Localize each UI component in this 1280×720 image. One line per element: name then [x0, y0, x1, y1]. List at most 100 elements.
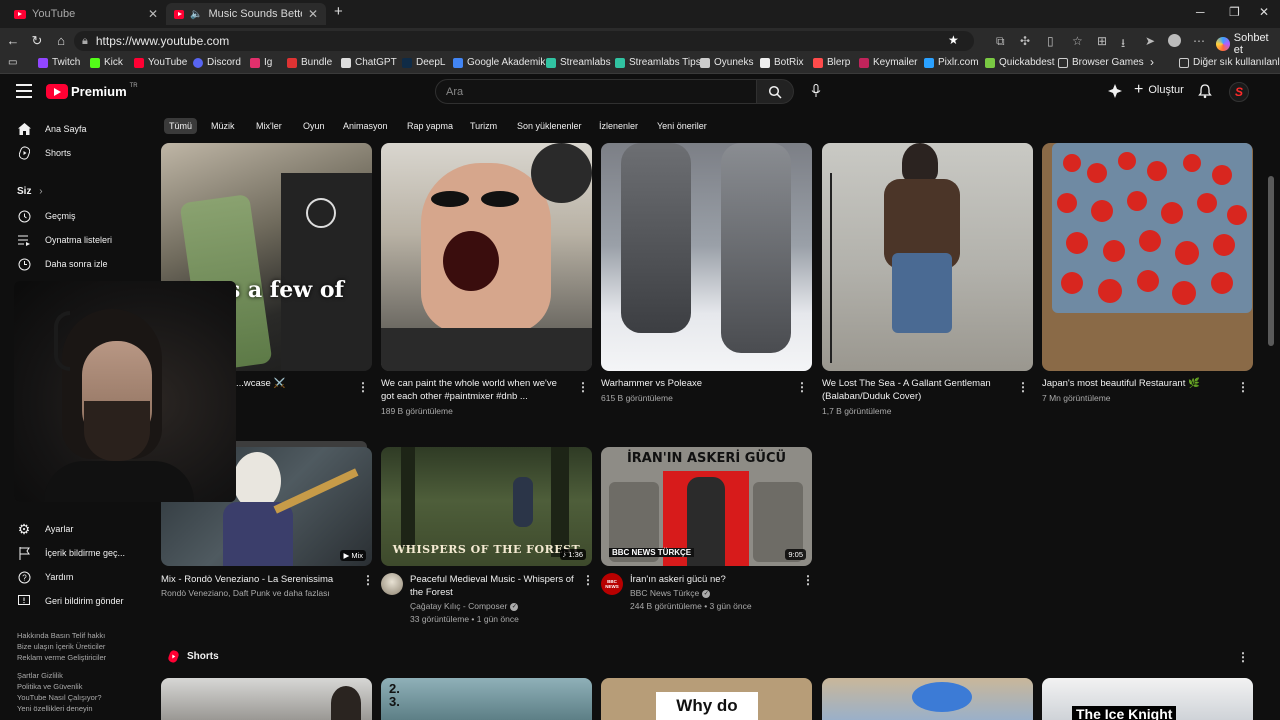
browser-tab-youtube[interactable]: YouTube ✕ — [6, 3, 166, 25]
video-title[interactable]: ...wcase ⚔️ — [236, 377, 285, 390]
chip-gaming[interactable]: Oyun — [298, 118, 330, 134]
youtube-premium-logo[interactable]: Premium TR — [46, 83, 138, 99]
bookmark-discord[interactable]: Discord — [193, 57, 241, 68]
video-title[interactable]: We Lost The Sea - A Gallant Gentleman (Ba… — [822, 377, 1012, 403]
bookmark-streamlabs[interactable]: Streamlabs — [546, 57, 611, 68]
video-thumbnail[interactable]: WHISPERS OF THE FOREST ♪ 1:36 — [381, 447, 592, 566]
footer-links-4[interactable]: Şartlar Gizlilik — [17, 671, 63, 680]
page-scrollbar[interactable] — [1268, 176, 1274, 346]
back-icon[interactable]: ← — [5, 33, 21, 48]
download-icon[interactable]: ⭳ — [1121, 34, 1125, 55]
create-button[interactable]: + Oluştur — [1134, 82, 1184, 98]
close-window-icon[interactable]: ✕ — [1259, 5, 1269, 19]
more-options-icon[interactable]: ⋮ — [582, 574, 594, 586]
voice-search-button[interactable] — [805, 80, 827, 102]
sidebar-item-playlists[interactable]: Oynatma listeleri — [17, 233, 112, 247]
address-bar[interactable]: 🔒︎ https://www.youtube.com ★ — [74, 31, 974, 51]
bookmark-bundle[interactable]: Bundle — [287, 57, 332, 68]
new-tab-icon[interactable]: + — [334, 3, 343, 20]
bookmark-browser-games[interactable]: Browser Games — [1058, 57, 1144, 68]
bookmark-youtube[interactable]: YouTube — [134, 57, 187, 68]
footer-links-3[interactable]: Reklam verme Geliştiriciler — [17, 653, 106, 662]
search-button[interactable] — [756, 79, 794, 104]
chip-mixes[interactable]: Mix'ler — [251, 118, 287, 134]
search-input[interactable]: Ara — [435, 79, 757, 104]
video-title[interactable]: İran'ın askeri gücü ne? — [630, 573, 726, 586]
bookmark-google-akademik[interactable]: Google Akademik — [453, 57, 545, 68]
video-thumbnail[interactable]: İRAN'IN ASKERİ GÜCÜ BBC NEWS TÜRKÇE 9:05 — [601, 447, 812, 566]
favorites-icon[interactable]: ☆ — [1072, 34, 1083, 48]
chip-recently-uploaded[interactable]: Son yüklenenler — [512, 118, 587, 134]
reading-icon[interactable]: ▭ — [8, 57, 17, 68]
browser-tab-music[interactable]: 🔈 Music Sounds Better With Yo ✕ — [166, 3, 326, 25]
notification-bell-icon[interactable] — [1197, 83, 1213, 99]
menu-icon[interactable] — [16, 84, 32, 98]
bookmark-ig[interactable]: Ig — [250, 57, 272, 68]
more-options-icon[interactable]: ⋮ — [577, 381, 589, 393]
avatar[interactable]: BBC NEWS — [601, 573, 623, 595]
more-options-icon[interactable]: ⋮ — [362, 574, 374, 586]
avatar[interactable] — [381, 573, 403, 595]
footer-links-2[interactable]: Bize ulaşın İçerik Üreticiler — [17, 642, 105, 651]
bookmark-pixlr[interactable]: Pixlr.com — [924, 57, 979, 68]
channel-name[interactable]: Rondò Veneziano, Daft Punk ve daha fazla… — [161, 587, 330, 600]
split-screen-icon[interactable]: ▯ — [1047, 34, 1054, 48]
profile-icon[interactable] — [1168, 34, 1181, 47]
channel-name[interactable]: BBC News Türkçe ✓ — [630, 587, 711, 600]
bookmark-blerp[interactable]: Blerp — [813, 57, 850, 68]
chip-new-to-you[interactable]: Yeni öneriler — [652, 118, 712, 134]
more-options-icon[interactable]: ⋮ — [796, 381, 808, 393]
chip-tourism[interactable]: Turizm — [465, 118, 502, 134]
close-tab-icon[interactable]: ✕ — [308, 7, 318, 21]
video-thumbnail[interactable] — [601, 143, 812, 371]
video-thumbnail[interactable] — [1042, 143, 1253, 371]
chip-rap[interactable]: Rap yapma — [402, 118, 458, 134]
chip-watched[interactable]: İzlenenler — [594, 118, 643, 134]
video-title[interactable]: Japan's most beautiful Restaurant 🌿 — [1042, 377, 1200, 390]
sidebar-item-shorts[interactable]: Shorts — [17, 146, 71, 160]
bookmark-chatgpt[interactable]: ChatGPT — [341, 57, 397, 68]
more-options-icon[interactable]: ⋮ — [1237, 651, 1249, 663]
chip-all[interactable]: Tümü — [164, 118, 198, 134]
bookmark-keymailer[interactable]: Keymailer — [859, 57, 917, 68]
short-thumbnail[interactable]: Why do — [601, 678, 812, 720]
other-bookmarks[interactable]: Diğer sık kullanılanlar — [1179, 57, 1280, 68]
video-title[interactable]: Warhammer vs Poleaxe — [601, 377, 702, 390]
favorite-star-icon[interactable]: ★ — [948, 33, 959, 47]
video-title[interactable]: Peaceful Medieval Music - Whispers of the… — [410, 573, 580, 599]
footer-links-1[interactable]: Hakkında Basın Telif hakkı — [17, 631, 105, 640]
footer-links-5[interactable]: Politika ve Güvenlik — [17, 682, 82, 691]
short-thumbnail[interactable] — [822, 678, 1033, 720]
chevron-right-icon[interactable]: › — [1150, 55, 1154, 69]
maximize-icon[interactable]: ❐ — [1229, 5, 1240, 19]
close-tab-icon[interactable]: ✕ — [148, 7, 158, 21]
short-thumbnail[interactable]: 2. 3. — [381, 678, 592, 720]
avatar[interactable]: S — [1229, 82, 1249, 102]
extensions-icon[interactable]: ⧉ — [996, 34, 1005, 49]
more-icon[interactable]: ⋯ — [1193, 34, 1205, 48]
video-title[interactable]: Mix - Rondò Veneziano - La Serenissima — [161, 573, 333, 586]
more-options-icon[interactable]: ⋮ — [802, 574, 814, 586]
more-options-icon[interactable]: ⋮ — [1237, 381, 1249, 393]
share-icon[interactable]: ➤ — [1145, 34, 1155, 48]
sidebar-you-header[interactable]: Siz › — [17, 186, 43, 197]
bookmark-oyuneks[interactable]: Oyuneks — [700, 57, 753, 68]
sidebar-item-watch-later[interactable]: Daha sonra izle — [17, 257, 108, 271]
sidebar-item-settings[interactable]: ⚙ Ayarlar — [17, 521, 74, 537]
video-thumbnail[interactable] — [822, 143, 1033, 371]
copilot-button[interactable]: Sohbet et — [1216, 32, 1280, 56]
bookmark-quickabdest[interactable]: Quickabdest — [985, 57, 1055, 68]
sidebar-item-report[interactable]: İçerik bildirme geç... — [17, 546, 125, 560]
bookmark-twitch[interactable]: Twitch — [38, 57, 80, 68]
video-thumbnail[interactable] — [381, 143, 592, 371]
puzzle-icon[interactable]: ✣ — [1020, 34, 1030, 48]
collections-icon[interactable]: ⊞ — [1097, 34, 1107, 48]
chip-animation[interactable]: Animasyon — [338, 118, 393, 134]
sidebar-item-help[interactable]: ? Yardım — [17, 570, 73, 584]
more-options-icon[interactable]: ⋮ — [357, 381, 369, 393]
footer-links-7[interactable]: Yeni özellikleri deneyin — [17, 704, 93, 713]
footer-links-6[interactable]: YouTube Nasıl Çalışıyor? — [17, 693, 102, 702]
bookmark-streamlabs-tips[interactable]: Streamlabs Tips — [615, 57, 701, 68]
chip-music[interactable]: Müzik — [206, 118, 240, 134]
sidebar-item-feedback[interactable]: Geri bildirim gönder — [17, 594, 124, 608]
